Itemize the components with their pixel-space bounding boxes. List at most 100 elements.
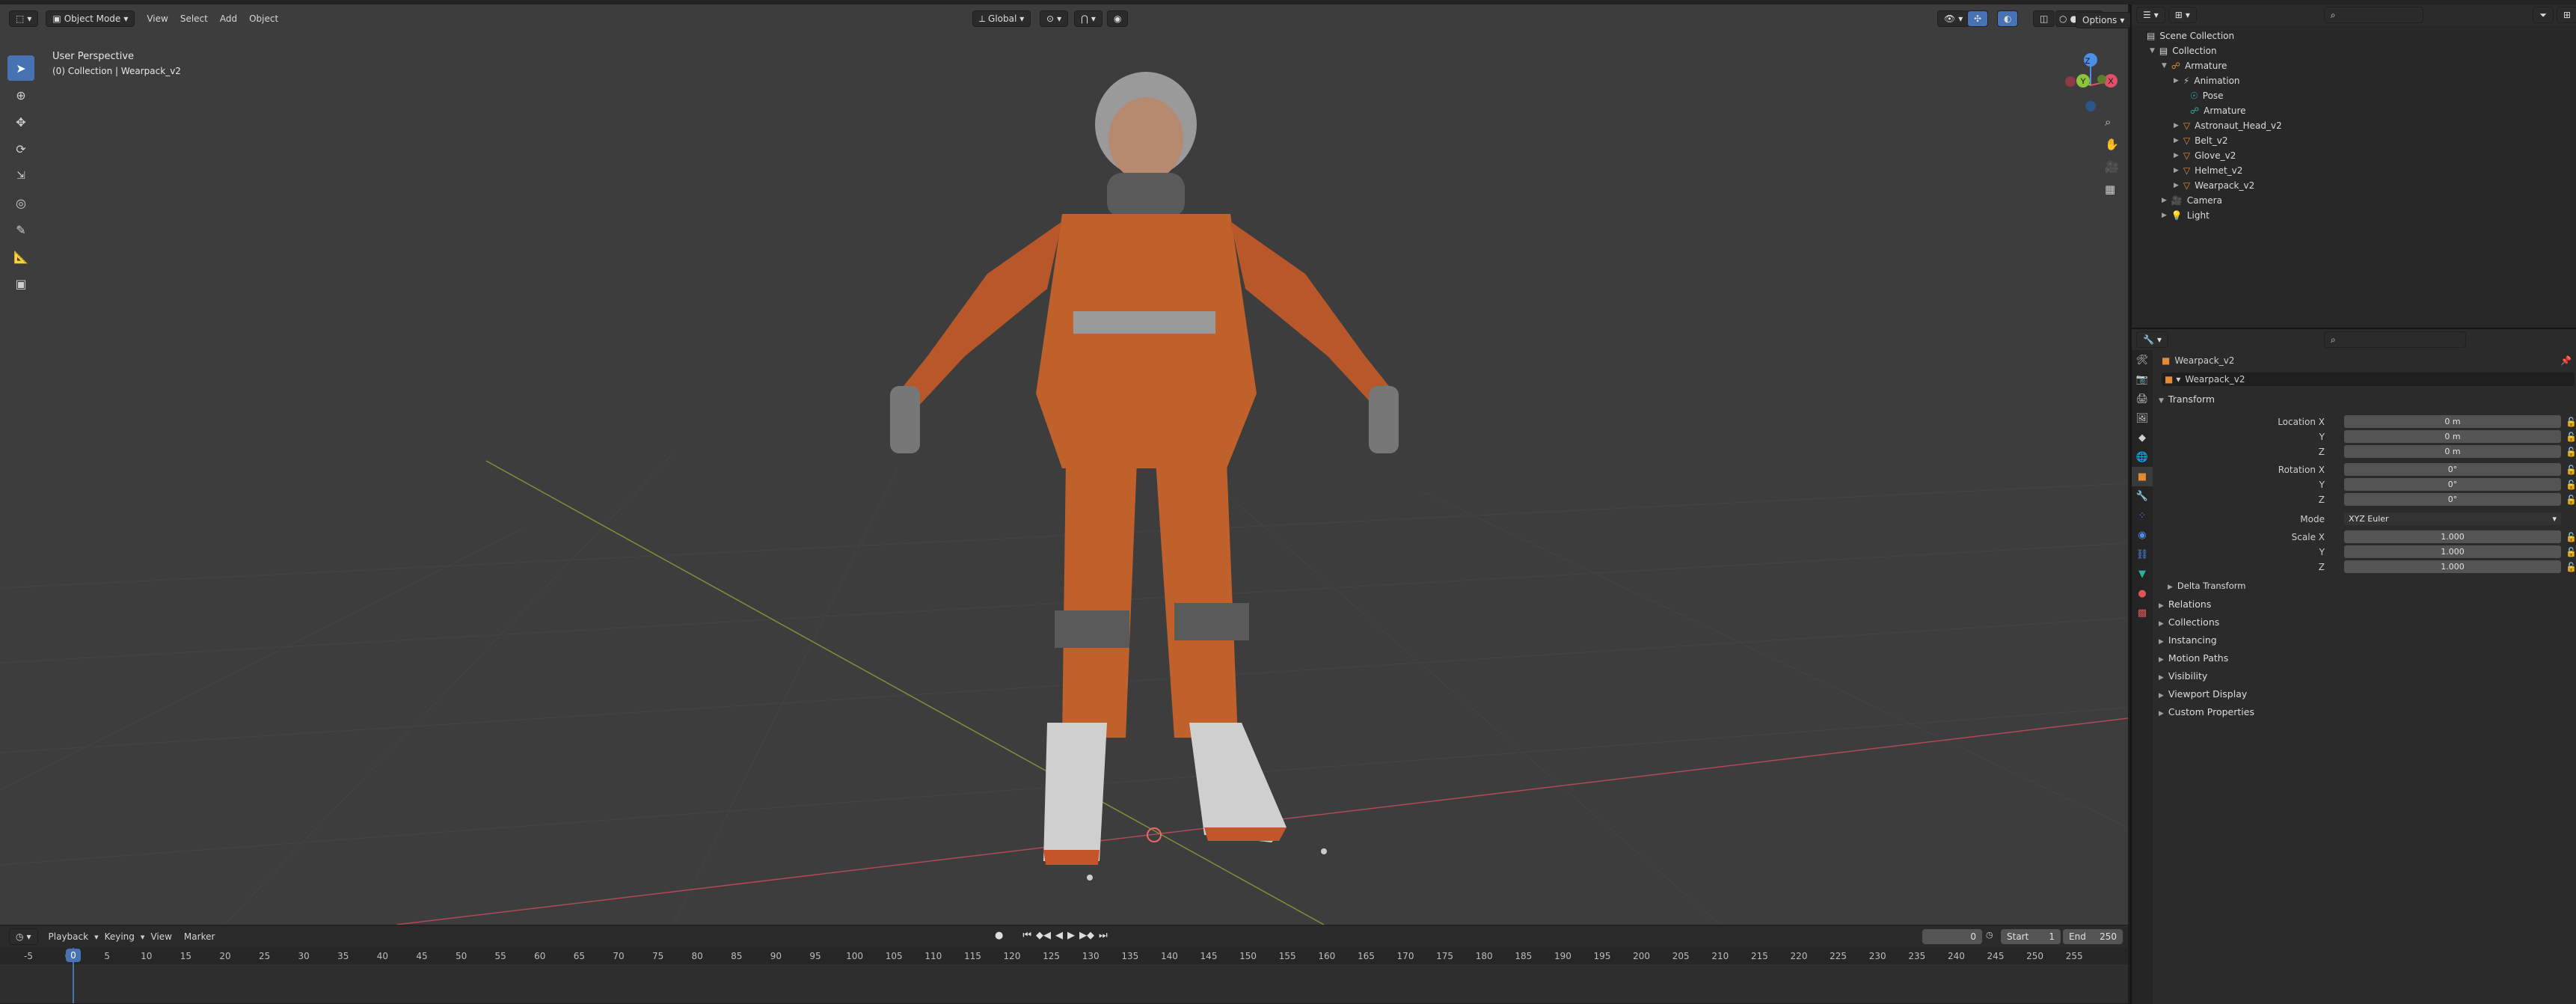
menu-marker[interactable]: Marker — [178, 931, 221, 942]
menu-playback[interactable]: Playback — [43, 931, 95, 942]
expand-arrow-icon[interactable]: ▶ — [2174, 137, 2179, 144]
outliner-item[interactable]: ▶ ⚡ Animation — [2132, 73, 2576, 88]
lock-icon[interactable]: 🔓 — [2566, 495, 2576, 505]
timeline-editor-type-button[interactable]: ◷ ▾ — [9, 928, 38, 945]
tab-constraints[interactable]: ⛓ — [2132, 545, 2153, 564]
location-x-field[interactable]: 0 m — [2344, 415, 2561, 428]
transform-tool[interactable]: ◎ — [7, 190, 34, 215]
editor-type-button[interactable]: ⬚ ▾ — [9, 10, 39, 27]
menu-timeline-view[interactable]: View — [144, 931, 177, 942]
expand-arrow-icon[interactable]: ▼ — [2162, 62, 2167, 70]
new-collection-button[interactable]: ⊞ — [2556, 7, 2576, 23]
cursor-tool[interactable]: ⊕ — [7, 82, 34, 108]
tab-view-layer[interactable]: 🖼 — [2132, 408, 2153, 428]
gizmo-toggle[interactable]: ✣ — [1967, 10, 1989, 27]
tab-modifiers[interactable]: 🔧 — [2132, 486, 2153, 506]
outliner[interactable]: ☰ ▾ ⊞ ▾ ⌕ ⏷ ⊞ ▤ Scene Collection ▼ ▤ Collect… — [2130, 4, 2576, 328]
tab-texture[interactable]: ▩ — [2132, 603, 2153, 622]
panel-header-visibility[interactable]: ▶ Visibility — [2159, 670, 2207, 682]
expand-arrow-icon[interactable]: ▼ — [2150, 47, 2155, 55]
ortho-grid-icon[interactable]: ▦ — [2105, 183, 2124, 205]
delta-transform-subpanel[interactable]: ▶ Delta Transform — [2168, 581, 2245, 591]
scale-x-field[interactable]: 1.000 — [2344, 530, 2561, 543]
scale-z-field[interactable]: 1.000 — [2344, 560, 2561, 573]
playhead-marker[interactable]: 0 — [66, 949, 81, 962]
outliner-item[interactable]: ☍ Armature — [2132, 103, 2576, 118]
prev-keyframe-icon[interactable]: ◆◀ — [1036, 930, 1051, 941]
tab-world[interactable]: 🌐 — [2132, 447, 2153, 467]
outliner-item[interactable]: ▶▽Astronaut_Head_v2👁 — [2132, 118, 2576, 133]
outliner-item[interactable]: ☉ Pose — [2132, 88, 2576, 103]
properties-editor-type-button[interactable]: 🔧 ▾ — [2136, 331, 2168, 348]
jump-start-icon[interactable]: ⏮ — [1022, 930, 1031, 941]
outliner-search-input[interactable]: ⌕ — [2323, 7, 2424, 23]
lock-icon[interactable]: 🔓 — [2566, 417, 2576, 427]
location-z-field[interactable]: 0 m — [2344, 445, 2561, 458]
tab-render[interactable]: 📷 — [2132, 370, 2153, 389]
current-frame-field[interactable]: 0 — [1922, 929, 1982, 944]
expand-arrow-icon[interactable]: ▶ — [2174, 77, 2179, 85]
panel-header-instancing[interactable]: ▶ Instancing — [2159, 634, 2217, 646]
location-y-field[interactable]: 0 m — [2344, 430, 2561, 443]
snap-toggle[interactable]: ⋂ ▾ — [1074, 10, 1103, 27]
lock-icon[interactable]: 🔓 — [2566, 547, 2576, 557]
properties-editor[interactable]: 🔧 ▾ ⌕ 🛠 📷 🖨 🖼 ◆ 🌐 ■ 🔧 ⁘ ◉ ⛓ ▼ ● ▩ ■ Wearp… — [2130, 328, 2576, 1004]
menu-object[interactable]: Object — [243, 13, 284, 24]
transform-panel-header[interactable]: ▼ Transform — [2159, 394, 2215, 405]
tab-material[interactable]: ● — [2132, 584, 2153, 603]
rotation-x-field[interactable]: 0° — [2344, 463, 2561, 476]
visibility-dropdown[interactable]: 👁 ▾ — [1937, 10, 1970, 27]
lock-icon[interactable]: 🔓 — [2566, 480, 2576, 490]
outliner-item[interactable]: ▶▽Belt_v2👁 — [2132, 133, 2576, 148]
tab-object[interactable]: ■ — [2132, 467, 2153, 486]
options-button[interactable]: Options ▾ — [2076, 12, 2132, 28]
transform-orientation-dropdown[interactable]: ⟂ Global ▾ — [972, 10, 1031, 27]
tab-data[interactable]: ▼ — [2132, 564, 2153, 584]
menu-add[interactable]: Add — [214, 13, 243, 24]
menu-keying[interactable]: Keying — [99, 931, 141, 942]
outliner-filter-button[interactable]: ⏷ — [2533, 7, 2554, 23]
xray-toggle[interactable]: ◫ — [2033, 10, 2055, 27]
tab-physics[interactable]: ◉ — [2132, 525, 2153, 545]
timeline-editor[interactable]: ◷ ▾ Playback ▾ Keying ▾ View Marker ● ⏮ ◆◀ … — [0, 925, 2128, 1003]
properties-search-input[interactable]: ⌕ — [2323, 331, 2466, 348]
mode-dropdown[interactable]: ▣ Object Mode ▾ — [46, 10, 135, 27]
expand-arrow-icon[interactable]: ▶ — [2174, 167, 2179, 174]
start-frame-field[interactable]: Start 1 — [2001, 929, 2061, 944]
preview-range-icon[interactable]: ◷ — [1986, 930, 1993, 940]
lock-icon[interactable]: 🔓 — [2566, 465, 2576, 475]
expand-arrow-icon[interactable]: ▶ — [2174, 152, 2179, 159]
pan-hand-icon[interactable]: ✋ — [2105, 138, 2124, 160]
lock-icon[interactable]: 🔓 — [2566, 532, 2576, 542]
tab-particles[interactable]: ⁘ — [2132, 506, 2153, 525]
pin-icon[interactable]: 📌 — [2560, 355, 2572, 366]
panel-header-motion-paths[interactable]: ▶ Motion Paths — [2159, 652, 2228, 664]
play-icon[interactable]: ▶ — [1067, 930, 1075, 941]
rotation-y-field[interactable]: 0° — [2344, 478, 2561, 491]
jump-end-icon[interactable]: ⏭ — [1099, 930, 1108, 941]
select-box-tool[interactable]: ➤ — [7, 55, 34, 81]
frame-ruler[interactable]: -5 0 5 10 15 20 25 30 35 40 45 50 55 60 65 70 75 80 85 90 95… — [0, 948, 2128, 964]
outliner-item[interactable]: ▶▽Glove_v2👁 — [2132, 148, 2576, 163]
astronaut-model[interactable] — [890, 72, 1399, 865]
scale-y-field[interactable]: 1.000 — [2344, 545, 2561, 558]
camera-view-icon[interactable]: 🎥 — [2105, 160, 2124, 183]
lock-icon[interactable]: 🔓 — [2566, 432, 2576, 442]
record-icon[interactable]: ● — [995, 930, 1003, 941]
panel-header-viewport-display[interactable]: ▶ Viewport Display — [2159, 688, 2247, 700]
measure-tool[interactable]: 📐 — [7, 244, 34, 269]
next-keyframe-icon[interactable]: ▶◆ — [1079, 930, 1094, 941]
outliner-item[interactable]: ▼▤Collection👁 — [2132, 43, 2576, 58]
zoom-icon[interactable]: ⌕ — [2105, 115, 2124, 138]
overlays-toggle[interactable]: ◐ — [1997, 10, 2019, 27]
panel-header-relations[interactable]: ▶ Relations — [2159, 599, 2211, 610]
display-mode-dropdown[interactable]: ⊞ ▾ — [2168, 7, 2197, 23]
outliner-item[interactable]: ▶🎥Camera👁 — [2132, 193, 2576, 208]
expand-arrow-icon[interactable]: ▶ — [2174, 182, 2179, 189]
panel-header-custom-properties[interactable]: ▶ Custom Properties — [2159, 706, 2254, 717]
scale-tool[interactable]: ⇲ — [7, 163, 34, 189]
expand-arrow-icon[interactable]: ▶ — [2162, 212, 2167, 219]
timeline-track-area[interactable] — [0, 964, 2128, 1003]
play-reverse-icon[interactable]: ◀ — [1055, 930, 1063, 941]
rotation-mode-dropdown[interactable]: XYZ Euler ▾ — [2344, 512, 2561, 525]
